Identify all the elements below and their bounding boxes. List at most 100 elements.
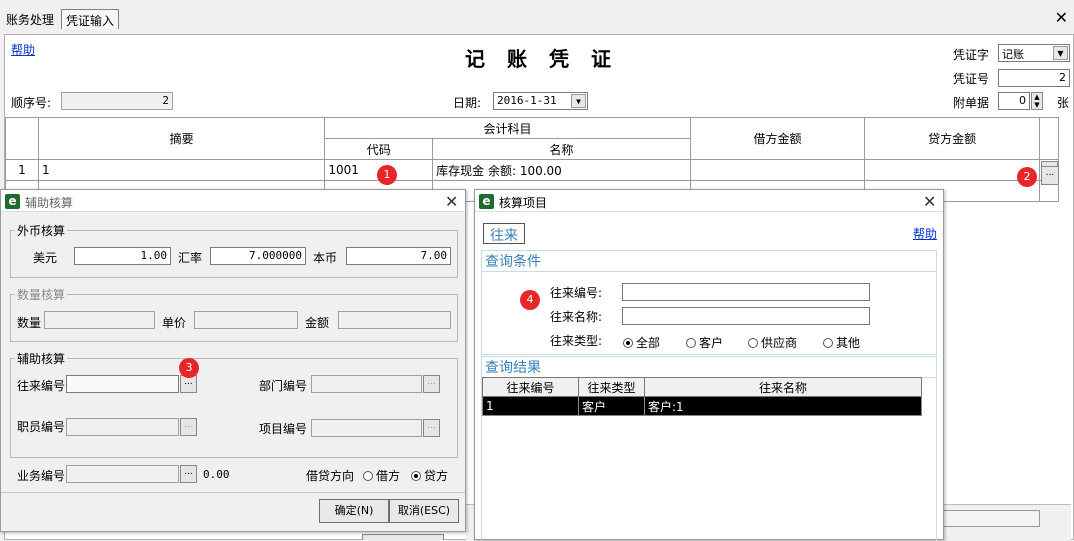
- local-field[interactable]: 7.00: [346, 247, 451, 265]
- cancel-button[interactable]: 取消(ESC): [389, 499, 459, 523]
- tab-bar: 账务处理 凭证输入 ✕: [0, 0, 1074, 30]
- type-supplier-label: 供应商: [761, 336, 798, 350]
- header-debit: 借方金额: [689, 117, 866, 160]
- biz-lookup-button[interactable]: ...: [180, 465, 197, 483]
- type-customer-radio[interactable]: 客户: [686, 334, 723, 351]
- aux-dialog-titlebar: e 辅助核算 ✕: [1, 190, 465, 212]
- close-icon[interactable]: ✕: [1055, 8, 1068, 27]
- date-label: 日期:: [453, 96, 482, 110]
- header-summary: 摘要: [37, 117, 326, 160]
- col-name[interactable]: 往来名称: [644, 377, 922, 397]
- attach-field[interactable]: 0: [998, 92, 1030, 110]
- code-input[interactable]: [622, 283, 870, 301]
- project-lookup-button: ...: [423, 419, 440, 437]
- staff-lookup-button: ...: [180, 418, 197, 436]
- ok-button[interactable]: 确定(N): [319, 499, 389, 523]
- row-summary[interactable]: 1: [37, 159, 326, 181]
- close-icon[interactable]: ✕: [445, 192, 458, 211]
- lookup-help-link[interactable]: 帮助: [913, 225, 937, 242]
- close-icon[interactable]: ✕: [923, 192, 936, 211]
- status-field: [942, 510, 1040, 527]
- usd-label: 美元: [33, 251, 58, 265]
- type-label: 往来类型:: [550, 334, 603, 348]
- header-code: 代码: [324, 138, 434, 160]
- aux-dialog-title: 辅助核算: [25, 196, 74, 210]
- type-all-radio[interactable]: 全部: [623, 334, 660, 351]
- name-input[interactable]: [622, 307, 870, 325]
- tab-voucher-input[interactable]: 凭证输入: [61, 9, 120, 29]
- project-field: [311, 419, 422, 437]
- badge-2: 2: [1017, 167, 1037, 187]
- voucher-type-label: 凭证字: [953, 48, 990, 62]
- type-supplier-radio[interactable]: 供应商: [748, 334, 797, 351]
- seq-field: 2: [61, 92, 173, 110]
- ellipsis-button[interactable]: ...: [1041, 166, 1059, 185]
- biz-label: 业务编号: [17, 469, 66, 483]
- price-label: 单价: [162, 316, 187, 330]
- assist-group: [10, 358, 458, 458]
- qty-field: [44, 311, 155, 329]
- header-name: 名称: [432, 138, 691, 160]
- direction-label: 借贷方向: [306, 469, 355, 483]
- row-debit[interactable]: [689, 159, 866, 181]
- dept-lookup-button: ...: [423, 375, 440, 393]
- type-all-label: 全部: [636, 336, 661, 350]
- result-type[interactable]: 客户: [578, 396, 645, 416]
- tab-party[interactable]: 往来: [483, 223, 525, 244]
- voucher-no-label: 凭证号: [953, 72, 990, 86]
- direction-credit-radio[interactable]: 贷方: [411, 467, 448, 484]
- party-field[interactable]: [66, 375, 179, 393]
- radio-off-icon: [748, 338, 758, 348]
- assist-group-title: 辅助核算: [15, 350, 68, 367]
- type-customer-label: 客户: [699, 336, 724, 350]
- name-label: 往来名称:: [550, 310, 603, 324]
- app-icon: e: [479, 194, 494, 209]
- tab-accounting[interactable]: 账务处理: [2, 9, 58, 29]
- badge-3: 3: [179, 358, 199, 378]
- lookup-dialog-titlebar: e 核算项目 ✕: [475, 190, 943, 212]
- chevron-down-icon[interactable]: ▼: [1053, 46, 1068, 60]
- direction-debit-radio[interactable]: 借方: [363, 467, 400, 484]
- usd-field[interactable]: 1.00: [74, 247, 171, 265]
- rate-label: 汇率: [178, 251, 203, 265]
- badge-4: 4: [520, 290, 540, 310]
- row-account-name[interactable]: 库存现金 余额: 100.00: [432, 159, 691, 181]
- price-field: [194, 311, 298, 329]
- aux-dialog: e 辅助核算 ✕ 外币核算 美元 1.00 汇率 7.000000 本币 7.0…: [0, 189, 466, 532]
- voucher-title: 记账凭证: [465, 47, 633, 71]
- row-credit[interactable]: [864, 159, 1040, 181]
- attach-unit: 张: [1057, 96, 1070, 110]
- result-code[interactable]: 1: [482, 396, 579, 416]
- radio-on-icon: [623, 338, 633, 348]
- radio-off-icon: [363, 471, 373, 481]
- table-row[interactable]: 1 客户 客户:1: [482, 396, 922, 416]
- badge-1: 1: [377, 165, 397, 185]
- radio-on-icon: [411, 471, 421, 481]
- hidden-button[interactable]: [362, 534, 444, 540]
- date-picker[interactable]: 2016-1-31 ▼: [493, 92, 588, 110]
- lookup-dialog: e 核算项目 ✕ 往来 帮助 查询条件 往来编号: 往来名称: 往来类型: 全部…: [474, 189, 944, 541]
- chevron-down-icon[interactable]: ▼: [571, 94, 586, 108]
- voucher-type-value: 记账: [1002, 48, 1024, 61]
- divider: [1, 492, 465, 493]
- rate-field[interactable]: 7.000000: [210, 247, 306, 265]
- staff-label: 职员编号: [17, 420, 66, 434]
- voucher-type-select[interactable]: 记账 ▼: [998, 44, 1070, 62]
- type-other-label: 其他: [836, 336, 861, 350]
- app-icon: e: [5, 194, 20, 209]
- party-label: 往来编号: [17, 379, 66, 393]
- col-code[interactable]: 往来编号: [482, 377, 579, 397]
- table-row[interactable]: 1 1 1001 库存现金 余额: 100.00 ...: [5, 159, 1060, 181]
- attach-stepper[interactable]: ▲ ▼: [1031, 92, 1043, 110]
- voucher-no-field[interactable]: 2: [998, 69, 1070, 87]
- seq-label: 顺序号:: [11, 96, 52, 110]
- result-name[interactable]: 客户:1: [644, 396, 922, 416]
- radio-off-icon: [686, 338, 696, 348]
- biz-field: [66, 465, 179, 483]
- header-account: 会计科目: [324, 117, 691, 139]
- result-table: 往来编号 往来类型 往来名称 1 客户 客户:1: [482, 377, 922, 416]
- help-link[interactable]: 帮助: [11, 41, 35, 58]
- query-head: 查询条件: [482, 251, 936, 272]
- col-type[interactable]: 往来类型: [578, 377, 645, 397]
- type-other-radio[interactable]: 其他: [823, 334, 860, 351]
